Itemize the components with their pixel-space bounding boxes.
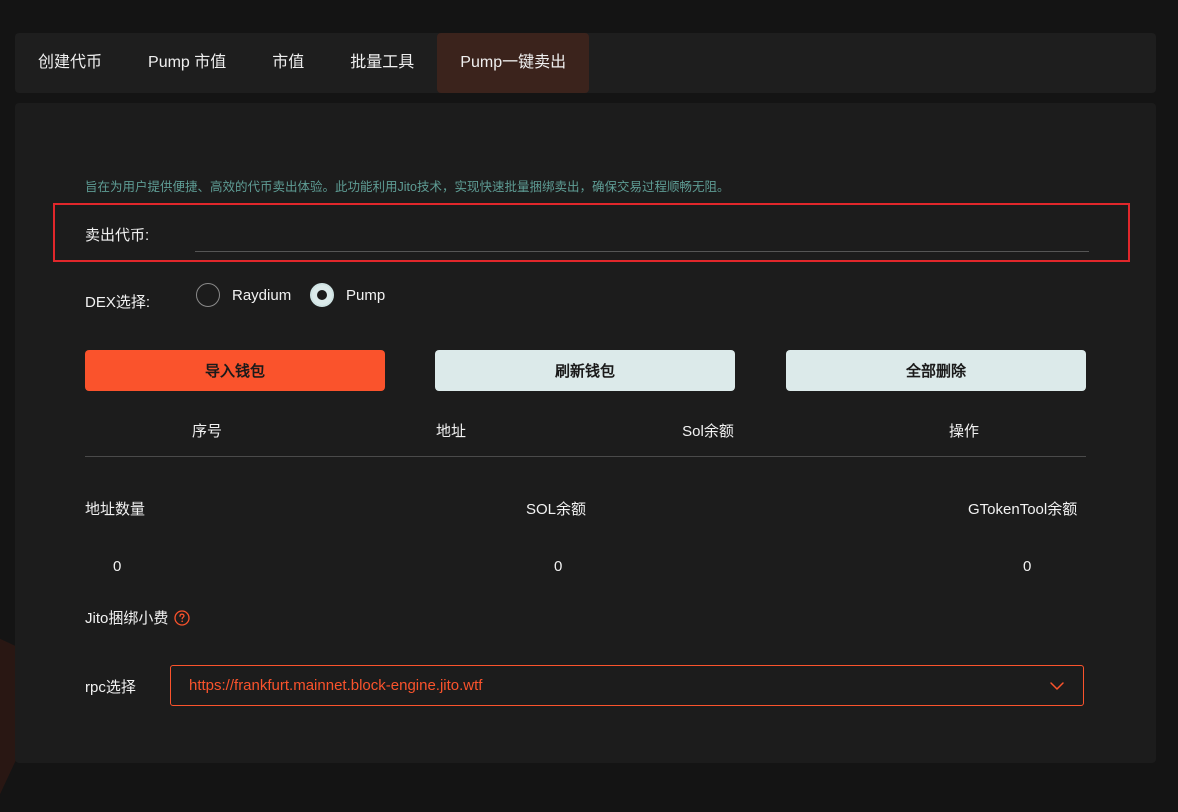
address-count-label: 地址数量 xyxy=(85,501,146,518)
rpc-selected-value: https://frankfurt.mainnet.block-engine.j… xyxy=(189,677,483,694)
table-header-sol-balance: Sol余额 xyxy=(682,423,734,440)
dex-option-pump[interactable]: Pump xyxy=(310,283,385,307)
dex-option-pump-label: Pump xyxy=(346,286,386,304)
tab-bar: 创建代币 Pump 市值 市值 批量工具 Pump一键卖出 xyxy=(15,33,1156,93)
table-divider xyxy=(85,456,1086,457)
sol-balance-value: 0 xyxy=(554,558,563,575)
question-circle-icon[interactable] xyxy=(174,609,190,626)
dex-option-raydium-label: Raydium xyxy=(232,286,292,304)
gtokentool-balance-value: 0 xyxy=(1023,558,1032,575)
chevron-down-icon xyxy=(1050,682,1064,690)
jito-tip-label: Jito捆绑小费 xyxy=(85,610,169,627)
delete-all-button[interactable]: 全部删除 xyxy=(786,350,1086,391)
intro-description: 旨在为用户提供便捷、高效的代币卖出体验。此功能利用Jito技术，实现快速批量捆绑… xyxy=(85,180,730,194)
main-panel xyxy=(15,103,1156,763)
dex-select-label: DEX选择: xyxy=(85,294,151,311)
address-count-value: 0 xyxy=(113,558,122,575)
tab-batch-tools[interactable]: 批量工具 xyxy=(327,33,437,93)
rpc-select-dropdown[interactable]: https://frankfurt.mainnet.block-engine.j… xyxy=(170,665,1084,706)
gtokentool-balance-label: GTokenTool余额 xyxy=(968,501,1078,518)
table-header-address: 地址 xyxy=(435,423,467,440)
tab-create-token[interactable]: 创建代币 xyxy=(15,33,125,93)
table-header-index: 序号 xyxy=(191,423,223,440)
sell-token-input[interactable] xyxy=(195,219,1089,252)
sell-token-label: 卖出代币: xyxy=(85,227,150,244)
tab-market-cap[interactable]: 市值 xyxy=(249,33,327,93)
tab-pump-one-click-sell[interactable]: Pump一键卖出 xyxy=(437,33,590,93)
radio-checked-icon[interactable] xyxy=(310,283,334,307)
dex-option-raydium[interactable]: Raydium xyxy=(196,283,291,307)
table-header-actions: 操作 xyxy=(948,423,980,440)
refresh-wallet-button[interactable]: 刷新钱包 xyxy=(435,350,735,391)
tab-pump-market-cap[interactable]: Pump 市值 xyxy=(125,33,249,93)
jito-tip-row: Jito捆绑小费 xyxy=(85,607,190,628)
import-wallet-button[interactable]: 导入钱包 xyxy=(85,350,385,391)
rpc-select-label: rpc选择 xyxy=(85,679,136,696)
sol-balance-label: SOL余额 xyxy=(526,501,587,518)
radio-unchecked-icon[interactable] xyxy=(196,283,220,307)
